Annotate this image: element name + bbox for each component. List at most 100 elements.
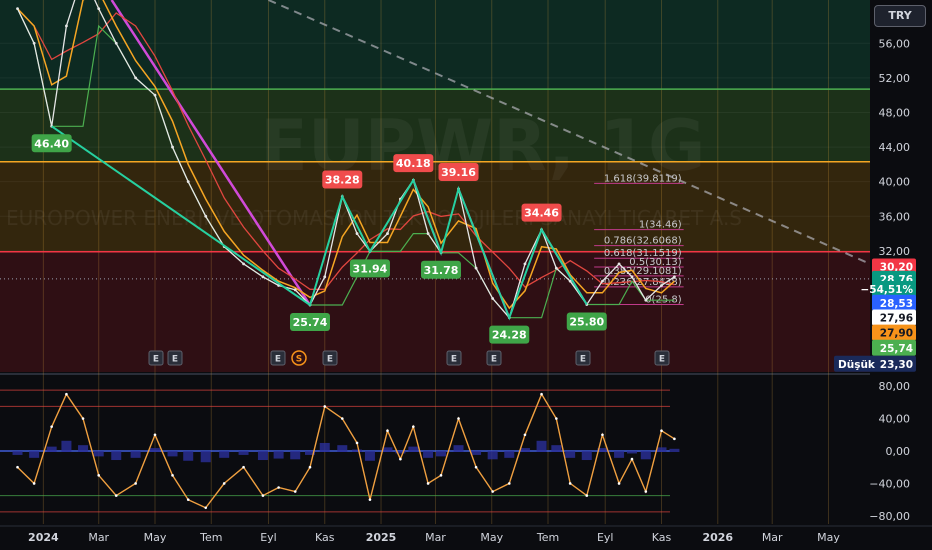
osc-histogram-bar [29,451,40,458]
earnings-marker-text: E [491,355,497,365]
osc-histogram-bar [319,442,330,452]
osc-point [412,425,415,428]
osc-histogram-bar [453,445,464,452]
price-point [491,297,495,300]
trough-label: 46.40 [34,137,69,150]
price-tick-label: 56,00 [879,37,911,50]
trough-label: 25.80 [569,316,604,329]
osc-point [261,494,265,497]
osc-point [644,490,648,493]
price-tick-label: 44,00 [879,141,911,154]
price-point [660,284,663,287]
fib-label: 1(34.46) [639,220,682,231]
osc-point [16,465,19,469]
osc-histogram-bar [352,449,363,452]
price-point [204,214,208,218]
earnings-marker-text: E [275,355,281,365]
price-point [261,275,265,279]
price-tick-label: 52,00 [879,72,911,85]
osc-point [277,486,280,489]
time-tick-label: May [480,531,503,544]
price-point [523,262,527,266]
osc-histogram-bar [626,451,637,454]
osc-point [340,417,344,420]
osc-point [439,474,443,477]
osc-tick-label: 80,00 [879,380,911,393]
osc-point [491,490,494,493]
price-point [386,232,389,235]
trough-label: 31.94 [353,262,388,275]
osc-point [660,429,663,433]
osc-histogram-bar [536,440,547,452]
price-point [601,279,604,283]
osc-histogram-bar [130,451,141,458]
osc-histogram-bar [290,451,301,460]
time-tick-label: Eyl [597,531,614,544]
osc-point [186,498,190,501]
time-tick-label: Kas [652,531,672,544]
osc-histogram-bar [167,451,178,457]
osc-point [426,482,430,485]
osc-tick-label: −80,00 [869,510,910,523]
price-point [171,145,174,149]
osc-histogram-bar [551,445,562,452]
price-tick-label: 32,00 [879,245,911,258]
osc-point [81,417,85,420]
osc-histogram-bar [111,451,122,461]
trough-label: 24.28 [492,329,527,342]
earnings-marker-text: E [327,355,333,365]
price-chart[interactable]: EUPWR, 1G EUROPOWER ENERJI VE OTOMASYON … [0,0,932,550]
osc-histogram-bar [581,451,592,461]
price-point [554,266,558,270]
fib-label: 1.618(39.8119) [604,173,682,184]
fib-label: 0.786(32.6068) [604,236,682,247]
price-point [153,93,157,97]
osc-point [50,425,53,428]
osc-histogram-bar [504,451,515,458]
price-point [630,275,634,279]
osc-histogram-bar [435,451,446,457]
time-tick-label: Mar [762,531,783,544]
osc-point [617,482,621,485]
osc-point [222,482,226,485]
osc-histogram-bar [565,451,576,458]
time-axis[interactable]: 2024 Mar May Tem Eyl Kas 2025 Mar May Tem Eyl Kas 20… [0,525,932,550]
osc-point [399,457,402,461]
osc-point [601,433,604,437]
currency-button[interactable]: TRY [874,5,926,27]
osc-point [97,474,101,477]
price-point [474,266,478,270]
osc-histogram-bar [219,451,230,458]
osc-point [153,433,157,437]
peak-label: 39.16 [441,166,476,179]
earnings-marker-text: E [451,355,457,365]
osc-histogram-bar [423,451,434,458]
osc-point [355,441,359,445]
price-tick-label: 40,00 [879,176,911,189]
price-point [16,7,19,11]
time-tick-label: 2024 [28,531,59,544]
trough-label: 25.74 [293,316,328,329]
osc-point [323,405,327,408]
osc-histogram-bar [46,446,57,452]
osc-point [65,392,68,396]
osc-tick-label: 40,00 [879,413,911,426]
osc-histogram-bar [61,440,72,452]
time-tick-label: Mar [88,531,109,544]
time-tick-label: Tem [199,531,222,544]
price-point [355,232,359,235]
price-point [673,275,676,279]
osc-histogram-bar [273,451,284,459]
price-tag: 25,74 [880,343,913,355]
osc-point [585,494,589,497]
split-marker-text: S [296,355,302,365]
earnings-marker-text: E [153,355,159,365]
osc-point [134,482,137,485]
time-tick-label: Mar [425,531,446,544]
osc-point [293,490,297,493]
osc-histogram-bar [656,447,667,452]
osc-point [540,392,543,396]
osc-point [114,494,118,497]
peak-label: 38.28 [325,174,360,187]
low-tag-value: 23,30 [880,359,913,371]
